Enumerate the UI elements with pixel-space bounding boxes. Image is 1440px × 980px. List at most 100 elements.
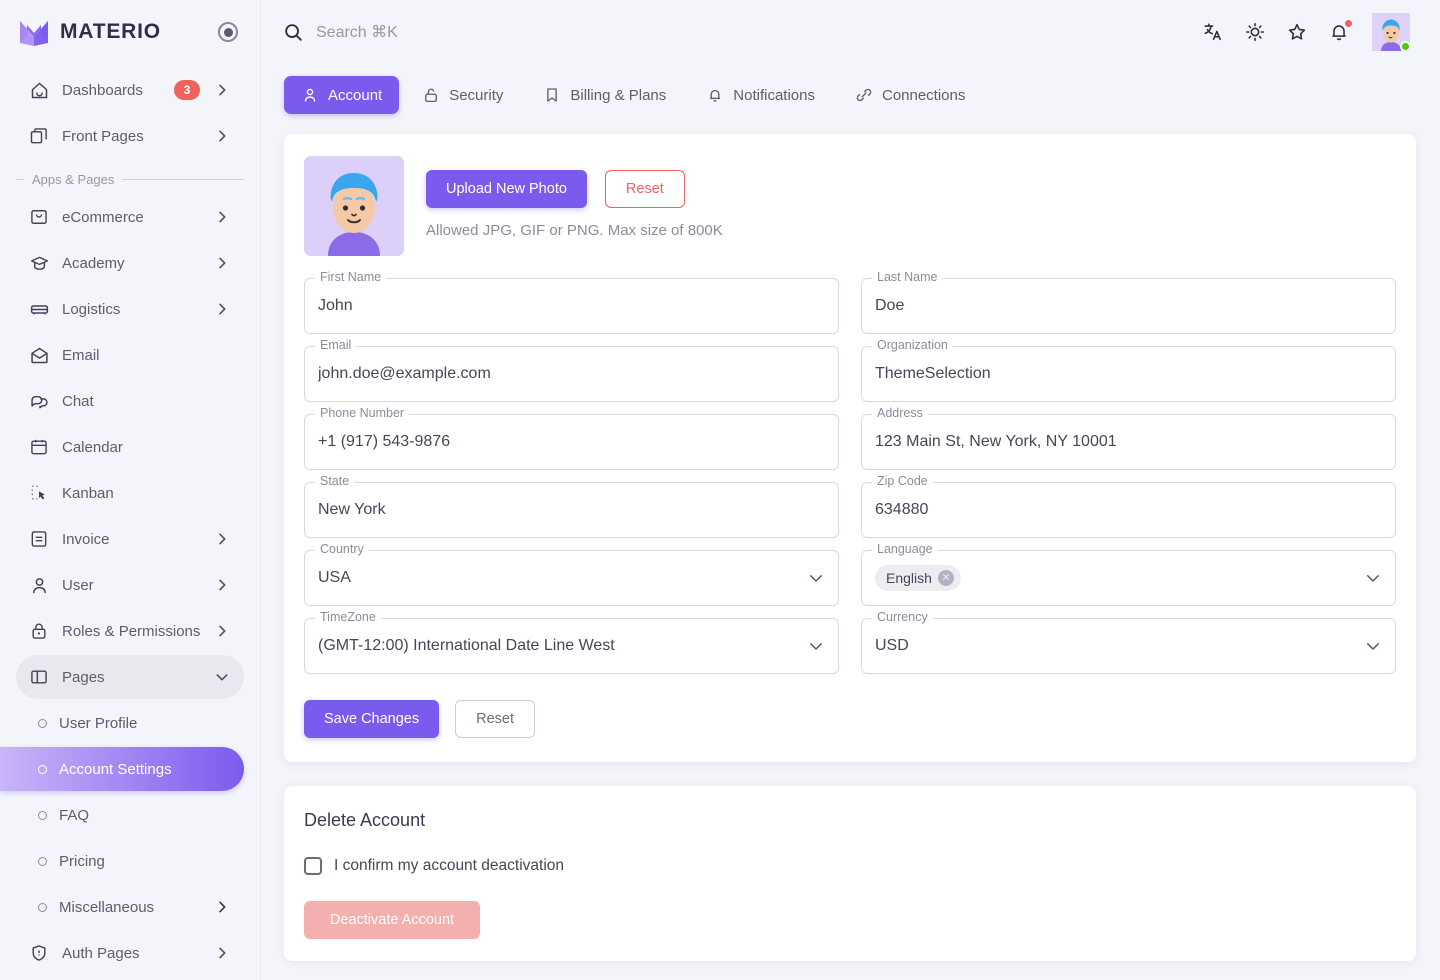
sidebar-item-user-profile[interactable]: User Profile (16, 701, 244, 745)
field-first-name[interactable]: First Name John (304, 270, 839, 334)
reset-photo-button[interactable]: Reset (604, 170, 685, 208)
tab-label: Billing & Plans (570, 86, 667, 104)
chevron-right-icon (214, 128, 230, 144)
field-state[interactable]: State New York (304, 474, 839, 538)
link-icon (855, 86, 873, 104)
chevron-right-icon (214, 899, 230, 915)
upload-hint: Allowed JPG, GIF or PNG. Max size of 800… (426, 222, 723, 239)
close-icon[interactable]: ✕ (937, 570, 954, 586)
tab-label: Notifications (733, 86, 815, 104)
sidebar-item-label: Pages (62, 668, 105, 686)
deactivate-account-button[interactable]: Deactivate Account (304, 901, 480, 939)
sidebar-item-account-settings[interactable]: Account Settings (0, 747, 244, 791)
dashboards-badge: 3 (174, 80, 200, 100)
graduation-cap-icon (28, 252, 50, 274)
sidebar-item-label: Kanban (62, 484, 114, 502)
search-bar[interactable]: Search ⌘K (282, 21, 398, 43)
tab-account[interactable]: Account (284, 76, 400, 114)
radio-circle-icon[interactable] (218, 22, 238, 42)
sidebar-item-roles-permissions[interactable]: Roles & Permissions (16, 609, 244, 653)
sidebar-item-label: eCommerce (62, 208, 144, 226)
sidebar-item-chat[interactable]: Chat (16, 379, 244, 423)
sidebar-item-logistics[interactable]: Logistics (16, 287, 244, 331)
section-rule (122, 179, 244, 180)
avatar[interactable] (1372, 13, 1411, 52)
photo-upload-row: Upload New Photo Reset Allowed JPG, GIF … (304, 156, 1396, 256)
state-input[interactable]: New York (318, 482, 799, 538)
sidebar-item-invoice[interactable]: Invoice (16, 517, 244, 561)
chevron-down-icon[interactable] (1364, 569, 1382, 587)
confirm-deactivation-row[interactable]: I confirm my account deactivation (304, 857, 1396, 875)
sidebar-item-pages[interactable]: Pages (16, 655, 244, 699)
language-chip[interactable]: English ✕ (875, 565, 961, 591)
bell-icon[interactable] (1324, 17, 1354, 47)
sidebar-item-email[interactable]: Email (16, 333, 244, 377)
tab-billing-plans[interactable]: Billing & Plans (526, 76, 683, 114)
sidebar-section-apps-pages: Apps & Pages (16, 172, 244, 187)
chevron-down-icon[interactable] (807, 637, 825, 655)
last-name-input[interactable]: Doe (875, 278, 1356, 334)
sun-icon[interactable] (1240, 17, 1270, 47)
field-language[interactable]: Language English ✕ (861, 542, 1396, 606)
sidebar-item-label: Auth Pages (62, 944, 140, 962)
sidebar-item-label: FAQ (59, 806, 90, 824)
sidebar-item-academy[interactable]: Academy (16, 241, 244, 285)
chevron-down-icon[interactable] (1364, 637, 1382, 655)
field-timezone[interactable]: TimeZone (GMT-12:00) International Date … (304, 610, 839, 674)
organization-input[interactable]: ThemeSelection (875, 346, 1356, 402)
sidebar-item-ecommerce[interactable]: eCommerce (16, 195, 244, 239)
field-last-name[interactable]: Last Name Doe (861, 270, 1396, 334)
address-input[interactable]: 123 Main St, New York, NY 10001 (875, 414, 1356, 470)
shopping-bag-icon (28, 206, 50, 228)
save-changes-button[interactable]: Save Changes (304, 700, 440, 738)
delete-account-title: Delete Account (304, 810, 426, 830)
sidebar-item-label: User (62, 576, 94, 594)
sidebar-item-kanban[interactable]: Kanban (16, 471, 244, 515)
tab-security[interactable]: Security (405, 76, 520, 114)
brand[interactable]: MATERIO (0, 0, 260, 64)
zip-code-input[interactable]: 634880 (875, 482, 1356, 538)
sidebar: MATERIO Dashboards 3 Front Pages Apps & … (0, 0, 260, 980)
sidebar-item-calendar[interactable]: Calendar (16, 425, 244, 469)
country-select-value[interactable]: USA (318, 550, 799, 606)
sidebar-item-dashboards[interactable]: Dashboards 3 (16, 68, 244, 112)
sidebar-item-auth-pages[interactable]: Auth Pages (16, 931, 244, 975)
delete-account-card: Delete Account I confirm my account deac… (284, 786, 1416, 961)
reset-form-button[interactable]: Reset (455, 700, 536, 738)
phone-number-input[interactable]: +1 (917) 543-9876 (318, 414, 799, 470)
currency-select-value[interactable]: USD (875, 618, 1356, 674)
search-input[interactable]: Search ⌘K (316, 22, 398, 42)
first-name-input[interactable]: John (318, 278, 799, 334)
user-icon (28, 574, 50, 596)
star-icon[interactable] (1282, 17, 1312, 47)
sidebar-item-pricing[interactable]: Pricing (16, 839, 244, 883)
field-currency[interactable]: Currency USD (861, 610, 1396, 674)
translate-icon[interactable] (1198, 17, 1228, 47)
field-address[interactable]: Address 123 Main St, New York, NY 10001 (861, 406, 1396, 470)
sidebar-item-user[interactable]: User (16, 563, 244, 607)
section-label: Apps & Pages (32, 172, 115, 187)
sidebar-item-label: Miscellaneous (59, 898, 155, 916)
sidebar-item-label: Account Settings (59, 760, 172, 778)
confirm-deactivation-label: I confirm my account deactivation (334, 857, 565, 874)
photo-buttons: Upload New Photo Reset (426, 170, 723, 208)
sidebar-item-miscellaneous[interactable]: Miscellaneous (16, 885, 244, 929)
sidebar-item-label: Logistics (62, 300, 121, 318)
timezone-select-value[interactable]: (GMT-12:00) International Date Line West (318, 618, 799, 674)
language-chip-label: English (886, 570, 932, 586)
tab-notifications[interactable]: Notifications (689, 76, 832, 114)
sidebar-item-label: Dashboards (62, 81, 143, 99)
language-select-value[interactable]: English ✕ (875, 550, 1356, 606)
field-organization[interactable]: Organization ThemeSelection (861, 338, 1396, 402)
field-phone-number[interactable]: Phone Number +1 (917) 543-9876 (304, 406, 839, 470)
confirm-deactivation-checkbox[interactable] (304, 857, 322, 875)
field-zip-code[interactable]: Zip Code 634880 (861, 474, 1396, 538)
email-input[interactable]: john.doe@example.com (318, 346, 799, 402)
field-email[interactable]: Email john.doe@example.com (304, 338, 839, 402)
field-country[interactable]: Country USA (304, 542, 839, 606)
sidebar-item-faq[interactable]: FAQ (16, 793, 244, 837)
tab-connections[interactable]: Connections (838, 76, 982, 114)
sidebar-item-front-pages[interactable]: Front Pages (16, 114, 244, 158)
upload-new-photo-button[interactable]: Upload New Photo (426, 170, 587, 208)
chevron-down-icon[interactable] (807, 569, 825, 587)
